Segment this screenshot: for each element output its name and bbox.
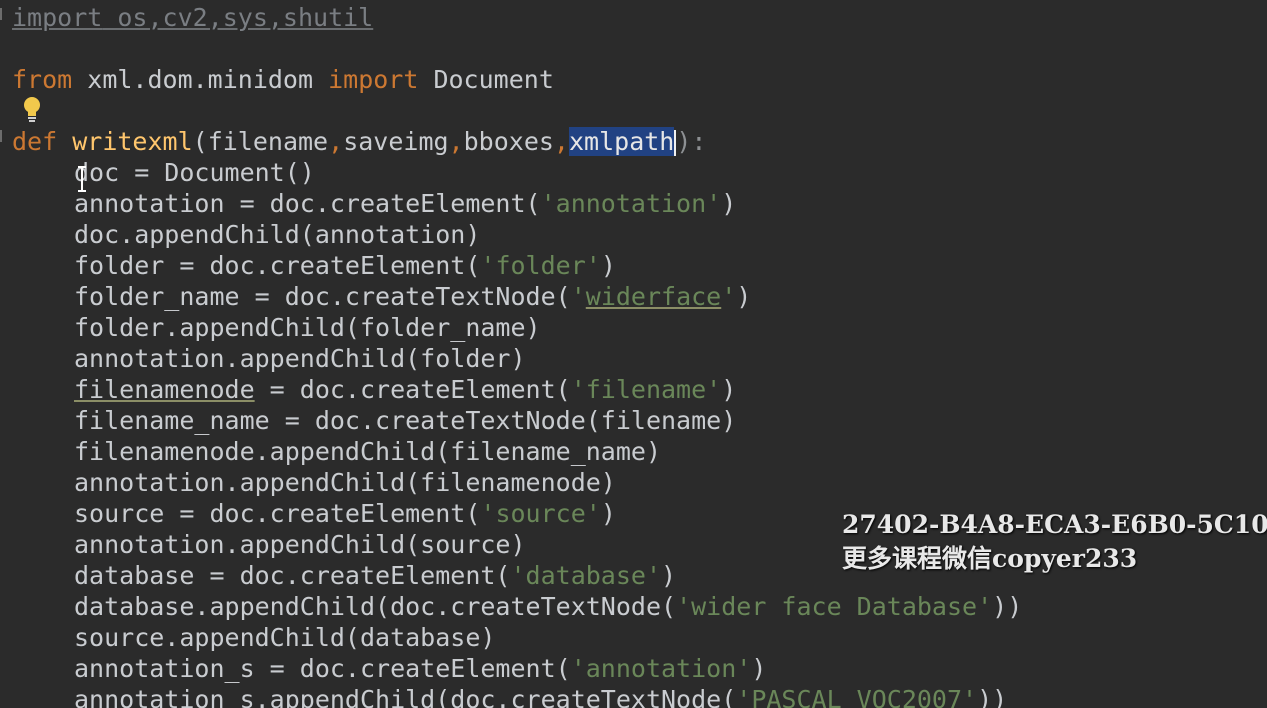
code-text: filenamenode.appendChild(filename_name) <box>74 437 661 466</box>
code-line[interactable]: source.appendChild(database) <box>12 622 1022 653</box>
paren: ) <box>676 127 692 156</box>
string-literal: ' <box>570 282 586 311</box>
code-text: )) <box>992 592 1023 621</box>
code-line[interactable]: annotation_s = doc.createElement('annota… <box>12 653 1022 684</box>
lightbulb-icon[interactable] <box>22 96 42 122</box>
keyword: import <box>12 3 103 32</box>
code-line-empty[interactable] <box>12 33 1022 64</box>
code-text: ) <box>751 654 767 683</box>
comma: , <box>553 127 569 156</box>
code-text: ) <box>661 561 677 590</box>
code-line[interactable]: annotation = doc.createElement('annotati… <box>12 188 1022 219</box>
watermark: 27402-B4A8-ECA3-E6B0-5C10 更多课程微信copyer23… <box>842 508 1267 576</box>
code-text: annotation_s = doc.createElement( <box>74 654 571 683</box>
paren: ( <box>192 127 208 156</box>
param: bboxes <box>463 127 554 156</box>
code-line[interactable]: filenamenode.appendChild(filename_name) <box>12 436 1022 467</box>
code-line[interactable]: annotation.appendChild(folder) <box>12 343 1022 374</box>
watermark-text: 更多课程微信copyer233 <box>842 544 1138 573</box>
code-line[interactable]: database.appendChild(doc.createTextNode(… <box>12 591 1022 622</box>
code-text: source.appendChild(database) <box>74 623 496 652</box>
imported-name: Document <box>418 65 554 94</box>
code-text: = doc.createElement( <box>254 375 571 404</box>
code-text: annotation.appendChild(filenamenode) <box>74 468 616 497</box>
code-text: doc = Document() <box>74 158 315 187</box>
code-line[interactable]: annotation.appendChild(filenamenode) <box>12 467 1022 498</box>
code-text: ) <box>721 375 737 404</box>
code-text-warning: filenamenode <box>74 375 255 404</box>
keyword: import <box>328 65 419 94</box>
code-text: ) <box>600 499 616 528</box>
code-text: annotation.appendChild(folder) <box>74 344 526 373</box>
code-line[interactable]: doc.appendChild(annotation) <box>12 219 1022 250</box>
code-text: folder_name = doc.createTextNode( <box>74 282 571 311</box>
code-line-empty[interactable] <box>12 95 1022 126</box>
code-text: database = doc.createElement( <box>74 561 511 590</box>
string-literal: 'annotation' <box>570 654 752 683</box>
comma: , <box>448 127 464 156</box>
function-name: writexml <box>72 127 193 156</box>
code-editor[interactable]: import os,cv2,sys,shutil from xml.dom.mi… <box>0 0 1267 708</box>
string-literal: 'filename' <box>570 375 722 404</box>
code-text: folder = doc.createElement( <box>74 251 481 280</box>
code-text: )) <box>977 685 1008 708</box>
code-line[interactable]: from xml.dom.minidom import Document <box>12 64 1022 95</box>
code-text: source = doc.createElement( <box>74 499 481 528</box>
code-line[interactable]: folder_name = doc.createTextNode('widerf… <box>12 281 1022 312</box>
code-text: ) <box>736 282 752 311</box>
code-line[interactable]: folder.appendChild(folder_name) <box>12 312 1022 343</box>
keyword: def <box>12 127 58 156</box>
code-text: filename_name = doc.createTextNode(filen… <box>74 406 737 435</box>
code-area[interactable]: import os,cv2,sys,shutil from xml.dom.mi… <box>12 2 1022 708</box>
string-literal-typo: widerface <box>585 282 722 311</box>
colon: : <box>691 127 707 156</box>
fold-marker-icon[interactable] <box>0 130 8 142</box>
comma: , <box>328 127 344 156</box>
fold-marker-icon[interactable] <box>0 8 8 20</box>
keyword: from <box>12 65 73 94</box>
code-line[interactable]: annotation_s.appendChild(doc.createTextN… <box>12 684 1022 708</box>
module-name: xml.dom.minidom <box>72 65 329 94</box>
code-text: doc.appendChild(annotation) <box>74 220 481 249</box>
param: filename <box>207 127 329 156</box>
string-literal: 'PASCAL VOC2007' <box>736 685 978 708</box>
code-line[interactable]: folder = doc.createElement('folder') <box>12 250 1022 281</box>
code-line[interactable]: import os,cv2,sys,shutil <box>12 2 1022 33</box>
string-literal: 'database' <box>510 561 662 590</box>
code-line-def[interactable]: def writexml(filename,saveimg,bboxes,xml… <box>12 126 1022 157</box>
watermark-code: 27402-B4A8-ECA3-E6B0-5C10 <box>842 510 1267 539</box>
code-text: annotation = doc.createElement( <box>74 189 541 218</box>
string-literal: 'wider face Database' <box>676 592 993 621</box>
code-text: ) <box>600 251 616 280</box>
string-literal: ' <box>721 282 737 311</box>
selected-param[interactable]: xmlpath <box>568 127 675 156</box>
string-literal: 'folder' <box>480 251 601 280</box>
code-line[interactable]: filenamenode = doc.createElement('filena… <box>12 374 1022 405</box>
string-literal: 'annotation' <box>540 189 722 218</box>
code-line[interactable]: doc = Document() <box>12 157 1022 188</box>
string-literal: 'source' <box>480 499 601 528</box>
import-list: os,cv2,sys,shutil <box>102 3 374 32</box>
code-line[interactable]: filename_name = doc.createTextNode(filen… <box>12 405 1022 436</box>
param: saveimg <box>343 127 449 156</box>
code-text: ) <box>721 189 737 218</box>
ibeam-cursor-icon <box>78 166 86 192</box>
code-text: folder.appendChild(folder_name) <box>74 313 541 342</box>
code-text: annotation.appendChild(source) <box>74 530 526 559</box>
code-text: database.appendChild(doc.createTextNode( <box>74 592 677 621</box>
code-text: annotation_s.appendChild(doc.createTextN… <box>74 685 737 708</box>
